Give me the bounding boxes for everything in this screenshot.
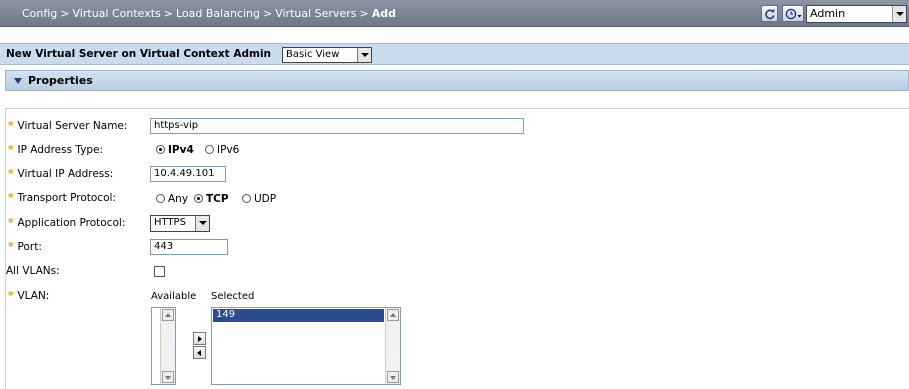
ip-type-ipv6-radio[interactable]: IPv6 [205, 144, 239, 156]
port-label: * Port: [8, 241, 42, 253]
clock-icon [785, 8, 802, 20]
scroll-up-icon[interactable] [162, 309, 174, 321]
breadcrumb-item-load-balancing[interactable]: Load Balancing [176, 7, 260, 20]
selected-scrollbar[interactable] [385, 308, 400, 384]
application-protocol-label: * Application Protocol: [8, 217, 126, 229]
context-select-value: Admin [810, 7, 846, 20]
refresh-button[interactable] [761, 5, 778, 22]
application-protocol-select[interactable]: HTTPS [150, 215, 210, 232]
scroll-down-icon[interactable] [162, 371, 174, 383]
breadcrumb-separator: > [359, 7, 369, 20]
breadcrumb-separator: > [60, 7, 70, 20]
breadcrumb-current: Add [371, 7, 396, 20]
required-marker: * [8, 290, 14, 302]
transport-tcp-radio[interactable]: TCP [194, 193, 229, 205]
available-scrollbar[interactable] [160, 308, 175, 384]
transport-udp-radio[interactable]: UDP [242, 193, 276, 205]
section-title: Properties [28, 74, 93, 87]
properties-section-toggle[interactable]: Properties [5, 70, 909, 91]
chevron-down-icon [195, 216, 209, 231]
application-protocol-value: HTTPS [154, 217, 186, 228]
collapse-triangle-icon [14, 78, 22, 84]
top-bar: Config > Virtual Contexts > Load Balancing > V… [0, 0, 909, 27]
chevron-down-icon [892, 6, 906, 22]
page-title: New Virtual Server on Virtual Context Ad… [6, 48, 272, 60]
view-select-value: Basic View [286, 49, 340, 60]
selected-label: Selected [211, 291, 255, 302]
ip-type-ipv4-radio[interactable]: IPv4 [156, 144, 194, 156]
breadcrumb-separator: > [263, 7, 273, 20]
all-vlans-checkbox[interactable] [154, 266, 165, 277]
virtual-server-name-label: * Virtual Server Name: [8, 120, 128, 132]
required-marker: * [8, 144, 14, 156]
required-marker: * [8, 241, 14, 253]
required-marker: * [8, 120, 14, 132]
virtual-server-name-input[interactable]: https-vip [150, 118, 524, 134]
context-select[interactable]: Admin [806, 5, 907, 23]
history-button[interactable] [782, 5, 804, 22]
breadcrumb-item-virtual-servers[interactable]: Virtual Servers [275, 7, 356, 20]
all-vlans-label: All VLANs: [6, 265, 60, 277]
radio-unselected-icon [205, 145, 214, 154]
move-left-button[interactable] [193, 346, 206, 359]
required-marker: * [8, 217, 14, 229]
properties-form: * Virtual Server Name: https-vip * IP Addr… [5, 108, 909, 389]
virtual-ip-address-input[interactable]: 10.4.49.101 [150, 166, 226, 182]
transport-protocol-label: * Transport Protocol: [8, 192, 116, 204]
title-bar: New Virtual Server on Virtual Context Ad… [0, 43, 909, 65]
breadcrumb-item-config[interactable]: Config [22, 7, 57, 20]
view-select[interactable]: Basic View [282, 47, 372, 63]
radio-unselected-icon [156, 194, 165, 203]
radio-selected-icon [194, 194, 203, 203]
required-marker: * [8, 192, 14, 204]
breadcrumb: Config > Virtual Contexts > Load Balancing > V… [22, 7, 396, 20]
chevron-down-icon [357, 48, 371, 62]
refresh-icon [765, 8, 775, 20]
scroll-up-icon[interactable] [387, 309, 399, 321]
port-input[interactable]: 443 [150, 239, 228, 255]
scroll-down-icon[interactable] [387, 371, 399, 383]
radio-unselected-icon [242, 194, 251, 203]
breadcrumb-separator: > [163, 7, 173, 20]
required-marker: * [8, 168, 14, 180]
available-vlans-list[interactable] [151, 307, 176, 385]
vlan-label: * VLAN: [8, 290, 50, 302]
virtual-ip-address-label: * Virtual IP Address: [8, 168, 114, 180]
selected-vlan-item[interactable]: 149 [213, 309, 384, 322]
ip-address-type-label: * IP Address Type: [8, 144, 104, 156]
transport-any-radio[interactable]: Any [156, 193, 188, 205]
selected-vlans-list[interactable]: 149 [211, 307, 401, 385]
radio-selected-icon [156, 145, 165, 154]
move-right-button[interactable] [193, 332, 206, 345]
available-label: Available [151, 291, 197, 302]
breadcrumb-item-virtual-contexts[interactable]: Virtual Contexts [73, 7, 161, 20]
